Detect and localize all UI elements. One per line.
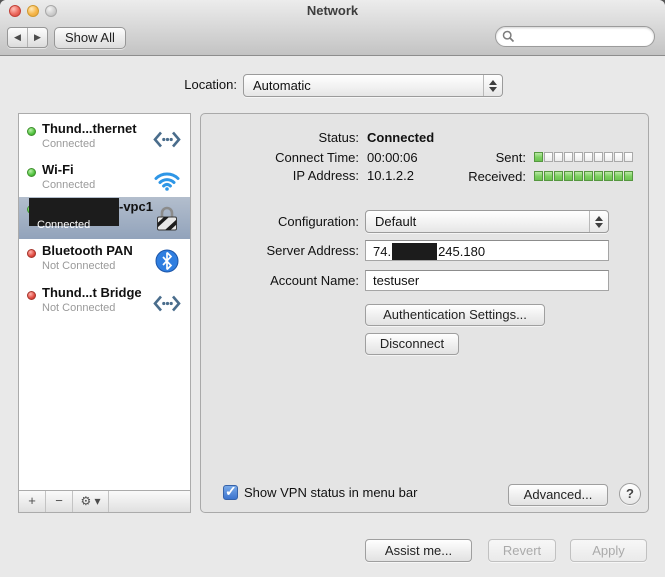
activity-segment [554,152,563,162]
back-button[interactable]: ◀ [8,28,27,47]
activity-segment [534,171,543,181]
status-value: Connected [367,130,434,145]
location-label: Location: [120,77,237,92]
location-popup[interactable]: Automatic [243,74,503,97]
show-all-button[interactable]: Show All [54,27,126,49]
received-label: Received: [426,169,526,184]
connect-time-value: 00:00:06 [367,150,418,165]
assist-me-button[interactable]: Assist me... [365,539,472,562]
service-status: Not Connected [42,302,115,314]
activity-segment [584,152,593,162]
server-address-field[interactable]: 74. 245.180 [365,240,609,261]
service-status: Connected [42,179,95,191]
server-address-label: Server Address: [209,243,359,258]
server-address-prefix: 74. [373,244,391,259]
vpn-lock-icon [152,204,182,234]
disconnect-button[interactable]: Disconnect [365,333,459,355]
activity-segment [564,152,573,162]
vpn-detail-panel: Status: Connected Connect Time: 00:00:06… [200,113,649,513]
revert-button[interactable]: Revert [488,539,556,562]
configuration-popup[interactable]: Default [365,210,609,233]
service-name: Thund...t Bridge [42,285,142,300]
check-icon: ✓ [225,483,237,500]
configuration-label: Configuration: [209,214,359,229]
redaction-box [392,243,437,260]
account-name-label: Account Name: [209,273,359,288]
activity-segment [624,171,633,181]
activity-segment [564,171,573,181]
service-row-thunderbolt-bridge[interactable]: Thund...t Bridge Not Connected [19,283,190,324]
activity-segment [594,171,603,181]
received-activity-bar [534,171,633,181]
help-button[interactable]: ? [619,483,641,505]
activity-segment [604,152,613,162]
service-status: Connected [37,219,90,231]
popup-stepper-icon [483,75,502,96]
authentication-settings-button[interactable]: Authentication Settings... [365,304,545,326]
service-status: Connected [42,138,95,150]
sent-activity-bar [534,152,633,162]
bridge-icon [152,288,182,318]
search-input[interactable] [495,26,655,47]
connect-time-label: Connect Time: [209,150,359,165]
status-dot-green [27,168,36,177]
activity-segment [604,171,613,181]
apply-button[interactable]: Apply [570,539,647,562]
forward-icon: ▶ [34,32,41,43]
activity-segment [544,171,553,181]
services-footer: + − ⚙ ▾ [19,490,190,512]
show-vpn-status-row: ✓ Show VPN status in menu bar [223,485,417,500]
search-icon [502,30,515,43]
activity-segment [594,152,603,162]
service-status: Not Connected [42,260,115,272]
server-address-suffix: 245.180 [438,244,485,259]
account-name-field[interactable]: testuser [365,270,609,291]
ip-address-label: IP Address: [209,168,359,183]
service-name: Wi-Fi [42,162,74,177]
ethernet-icon [152,124,182,154]
location-value: Automatic [253,78,311,93]
service-row-ethernet[interactable]: Thund...thernet Connected [19,119,190,160]
service-row-vpn-selected[interactable]: -vpc1 Connected [19,197,190,239]
status-dot-red [27,291,36,300]
activity-segment [534,152,543,162]
advanced-button[interactable]: Advanced... [508,484,608,506]
sent-label: Sent: [426,150,526,165]
back-icon: ◀ [14,32,21,43]
service-name: -vpc1 [119,199,153,214]
configuration-value: Default [375,214,416,229]
status-label: Status: [209,130,359,145]
gear-menu-button[interactable]: ⚙ ▾ [73,491,109,512]
title-toolbar: Network ◀ ▶ Show All [0,0,665,56]
activity-segment [574,171,583,181]
account-name-value: testuser [373,273,419,288]
remove-service-button[interactable]: − [46,491,73,512]
service-name: Bluetooth PAN [42,243,133,258]
activity-segment [614,171,623,181]
service-row-bluetooth-pan[interactable]: Bluetooth PAN Not Connected [19,241,190,282]
forward-button[interactable]: ▶ [27,28,47,47]
activity-segment [544,152,553,162]
service-row-wifi[interactable]: Wi-Fi Connected [19,160,190,201]
status-dot-green [27,127,36,136]
activity-segment [554,171,563,181]
window-title: Network [0,3,665,18]
network-preferences-window: Network ◀ ▶ Show All Location: Automatic… [0,0,665,577]
bluetooth-icon [152,246,182,276]
show-vpn-status-checkbox[interactable]: ✓ [223,485,238,500]
wifi-icon [152,165,182,195]
services-list: Thund...thernet Connected Wi-Fi Connecte… [18,113,191,513]
activity-segment [584,171,593,181]
activity-segment [614,152,623,162]
popup-stepper-icon [589,211,608,232]
ip-address-value: 10.1.2.2 [367,168,414,183]
show-vpn-status-label: Show VPN status in menu bar [244,485,417,500]
activity-segment [574,152,583,162]
service-name: Thund...thernet [42,121,137,136]
status-dot-red [27,249,36,258]
add-service-button[interactable]: + [19,491,46,512]
nav-back-forward: ◀ ▶ [7,27,48,48]
activity-segment [624,152,633,162]
